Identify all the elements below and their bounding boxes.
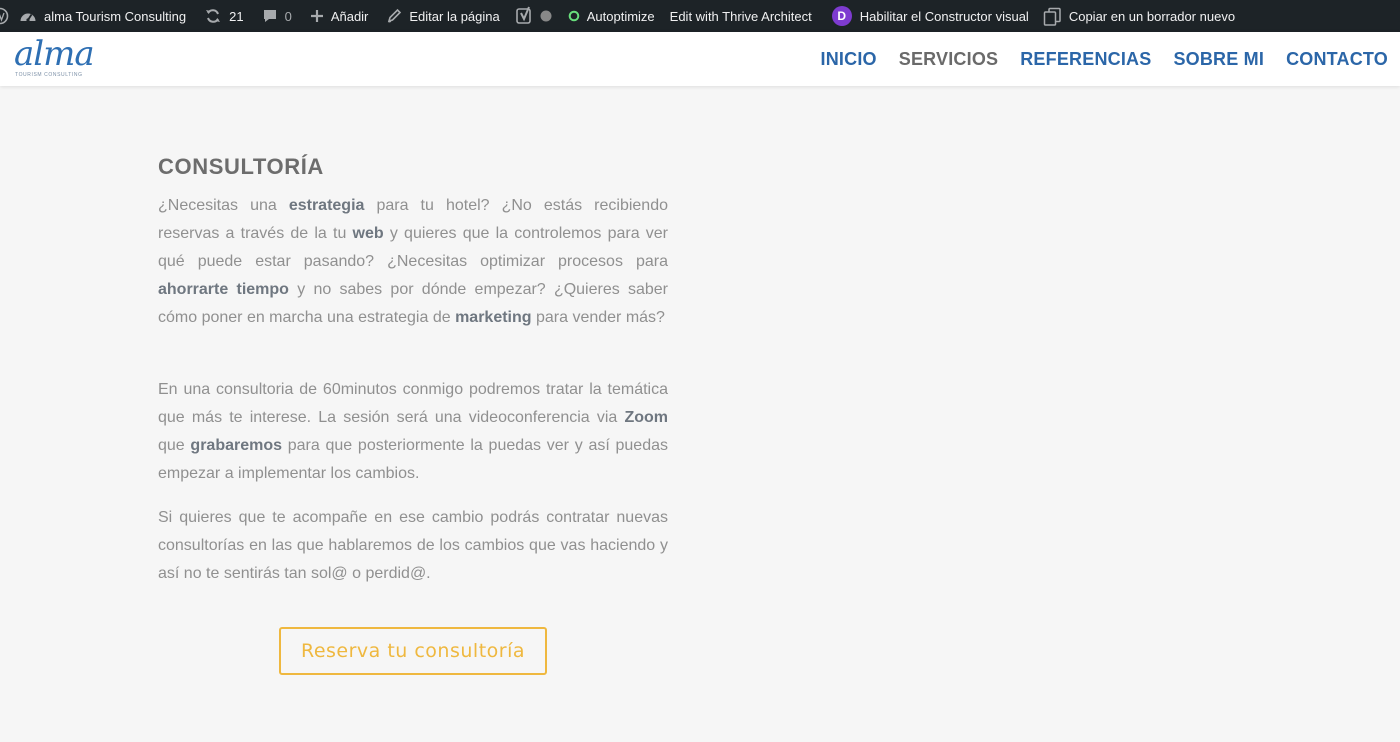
yoast-seo-menu[interactable] bbox=[515, 0, 552, 32]
yoast-logo-icon bbox=[515, 6, 534, 26]
updates-refresh-icon bbox=[204, 7, 222, 25]
emphasis-text: grabaremos bbox=[190, 437, 283, 454]
site-header: alma TOURISM CONSULTING INICIO SERVICIOS R… bbox=[0, 32, 1400, 86]
nav-item-inicio[interactable]: INICIO bbox=[821, 49, 877, 70]
duplicate-draft-link[interactable]: Copiar en un borrador nuevo bbox=[1043, 0, 1235, 32]
paragraph-text: En una consultoria de 60minutos conmigo … bbox=[158, 381, 668, 426]
site-logo[interactable]: alma TOURISM CONSULTING bbox=[14, 34, 95, 81]
paragraph-text: para vender más? bbox=[531, 309, 665, 326]
nav-item-sobre-mi[interactable]: SOBRE MI bbox=[1173, 49, 1264, 70]
emphasis-text: estrategia bbox=[288, 197, 365, 214]
intro-paragraph: ¿Necesitas una estrategia para tu hotel?… bbox=[158, 192, 668, 332]
nav-item-contacto[interactable]: CONTACTO bbox=[1286, 49, 1388, 70]
paragraph-text: ¿Necesitas una bbox=[158, 197, 289, 214]
main-navigation: INICIO SERVICIOS REFERENCIAS SOBRE MI CONTAC… bbox=[799, 32, 1388, 86]
emphasis-text: ahorrarte tiempo bbox=[158, 281, 289, 298]
autoptimize-menu[interactable]: Autoptimize bbox=[568, 0, 655, 32]
wordpress-logo-icon bbox=[0, 7, 9, 25]
site-name-label: alma Tourism Consulting bbox=[44, 8, 187, 24]
wp-menu[interactable] bbox=[0, 0, 9, 32]
emphasis-text: Zoom bbox=[624, 409, 668, 426]
book-consultation-button[interactable]: Reserva tu consultoría bbox=[279, 627, 547, 675]
dashboard-gauge-icon bbox=[19, 8, 37, 24]
new-content-label: Añadir bbox=[330, 8, 369, 24]
nav-item-servicios[interactable]: SERVICIOS bbox=[899, 49, 999, 70]
thrive-architect-label: Edit with Thrive Architect bbox=[669, 8, 812, 24]
section-title: CONSULTORÍA bbox=[158, 154, 324, 179]
divi-logo-icon: D bbox=[831, 6, 852, 26]
edit-page-link[interactable]: Editar la página bbox=[386, 0, 500, 32]
paragraph-text: que bbox=[158, 437, 191, 454]
session-paragraph: En una consultoria de 60minutos conmigo … bbox=[158, 376, 668, 488]
logo-wordmark: alma bbox=[14, 34, 95, 74]
followup-paragraph: Si quieres que te acompañe en ese cambio… bbox=[158, 504, 668, 588]
duplicate-draft-label: Copiar en un borrador nuevo bbox=[1068, 8, 1236, 24]
updates-menu[interactable]: 21 bbox=[204, 0, 244, 32]
emphasis-text: marketing bbox=[455, 309, 532, 326]
main-content: CONSULTORÍA ¿Necesitas una estrategia pa… bbox=[0, 86, 1400, 742]
logo-tagline: TOURISM CONSULTING bbox=[15, 72, 83, 78]
edit-page-label: Editar la página bbox=[409, 8, 500, 24]
copy-document-icon bbox=[1043, 7, 1062, 26]
updates-count: 21 bbox=[229, 8, 244, 24]
emphasis-text: web bbox=[352, 225, 384, 242]
seo-score-dot-icon bbox=[540, 10, 552, 22]
new-content-menu[interactable]: Añadir bbox=[310, 0, 369, 32]
plus-icon bbox=[310, 9, 324, 23]
autoptimize-label: Autoptimize bbox=[586, 8, 655, 24]
divi-builder-label: Habilitar el Constructor visual bbox=[859, 8, 1029, 24]
thrive-architect-link[interactable]: Edit with Thrive Architect bbox=[670, 0, 812, 32]
nav-item-referencias[interactable]: REFERENCIAS bbox=[1020, 49, 1151, 70]
autoptimize-status-icon bbox=[568, 10, 580, 22]
admin-bar: alma Tourism Consulting 21 0 Añadir Edit… bbox=[0, 0, 1400, 32]
pencil-icon bbox=[386, 8, 402, 24]
comments-menu[interactable]: 0 bbox=[262, 0, 292, 32]
comments-count: 0 bbox=[284, 8, 292, 24]
paragraph-text: Si quieres que te acompañe en ese cambio… bbox=[158, 509, 668, 582]
site-name-menu[interactable]: alma Tourism Consulting bbox=[19, 0, 186, 32]
comment-bubble-icon bbox=[262, 8, 278, 24]
divi-visual-builder-link[interactable]: D Habilitar el Constructor visual bbox=[831, 0, 1029, 32]
